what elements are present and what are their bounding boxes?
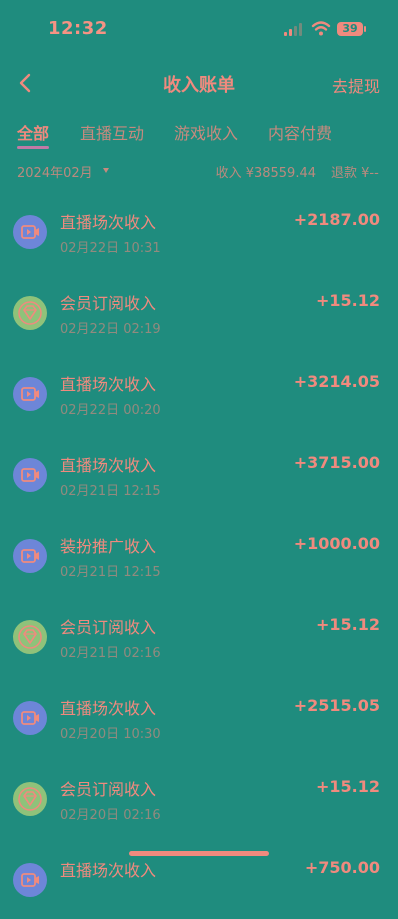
diamond-icon [13, 782, 47, 816]
diamond-icon [13, 296, 47, 330]
home-indicator[interactable] [129, 851, 269, 856]
video-icon [13, 458, 47, 492]
record-title: 会员订阅收入 [60, 780, 157, 799]
dropdown-caret-icon[interactable] [103, 168, 109, 173]
record-title: 直播场次收入 [60, 456, 157, 475]
record-time: 02月21日 12:15 [60, 565, 161, 580]
status-time: 12:32 [48, 18, 108, 39]
record-title: 直播场次收入 [60, 213, 157, 232]
record-amount: +3715.00 [293, 453, 380, 472]
diamond-icon [13, 620, 47, 654]
record-amount: +15.12 [315, 615, 380, 634]
list-item[interactable]: 会员订阅收入 02月21日 02:16 +15.12 [0, 595, 398, 676]
record-title: 直播场次收入 [60, 375, 157, 394]
tab-paid-content[interactable]: 内容付费 [268, 120, 332, 144]
wifi-icon [311, 21, 331, 36]
record-time: 02月22日 10:31 [60, 241, 161, 256]
record-amount: +2515.05 [293, 696, 380, 715]
record-title: 会员订阅收入 [60, 294, 157, 313]
summary-bar: 2024年02月 收入 ¥38559.44 退款 ¥-- [0, 158, 398, 184]
active-tab-underline [17, 146, 49, 149]
battery-tip [364, 26, 366, 32]
record-time: 02月22日 02:19 [60, 322, 161, 337]
video-icon [13, 215, 47, 249]
tab-all[interactable]: 全部 [17, 120, 49, 144]
record-title: 直播场次收入 [60, 699, 157, 718]
list-item[interactable]: 直播场次收入 02月22日 10:31 +2187.00 [0, 190, 398, 271]
video-icon [13, 863, 47, 897]
record-amount: +1000.00 [293, 534, 380, 553]
record-amount: +2187.00 [293, 210, 380, 229]
record-time: 02月20日 10:30 [60, 727, 161, 742]
video-icon [13, 377, 47, 411]
record-title: 直播场次收入 [60, 861, 157, 880]
tab-bar: 全部 直播互动 游戏收入 内容付费 [0, 112, 398, 152]
record-title: 会员订阅收入 [60, 618, 157, 637]
record-amount: +3214.05 [293, 372, 380, 391]
list-item[interactable]: 会员订阅收入 02月20日 02:16 +15.12 [0, 757, 398, 838]
status-bar: 12:32 39 [0, 0, 398, 58]
refund-total: 退款 ¥-- [331, 166, 379, 181]
record-title: 装扮推广收入 [60, 537, 157, 556]
cellular-signal-icon [284, 23, 302, 36]
month-selector[interactable]: 2024年02月 [17, 162, 93, 181]
list-item[interactable]: 直播场次收入 02月20日 10:30 +2515.05 [0, 676, 398, 757]
income-total: 收入 ¥38559.44 [215, 166, 316, 181]
video-icon [13, 539, 47, 573]
withdraw-button[interactable]: 去提现 [332, 73, 380, 97]
tab-live-interaction[interactable]: 直播互动 [80, 120, 144, 144]
record-time: 02月22日 00:20 [60, 403, 161, 418]
record-amount: +750.00 [304, 858, 380, 877]
list-item[interactable]: 直播场次收入 02月21日 12:15 +3715.00 [0, 433, 398, 514]
nav-bar: 收入账单 去提现 [0, 60, 398, 106]
list-item[interactable]: 直播场次收入 02月22日 00:20 +3214.05 [0, 352, 398, 433]
record-time: 02月21日 12:15 [60, 484, 161, 499]
record-time: 02月21日 02:16 [60, 646, 161, 661]
video-icon [13, 701, 47, 735]
record-time: 02月20日 02:16 [60, 808, 161, 823]
battery-indicator: 39 [337, 22, 363, 36]
record-amount: +15.12 [315, 291, 380, 310]
record-amount: +15.12 [315, 777, 380, 796]
tab-game-income[interactable]: 游戏收入 [174, 120, 238, 144]
list-item[interactable]: 装扮推广收入 02月21日 12:15 +1000.00 [0, 514, 398, 595]
list-item[interactable]: 会员订阅收入 02月22日 02:19 +15.12 [0, 271, 398, 352]
